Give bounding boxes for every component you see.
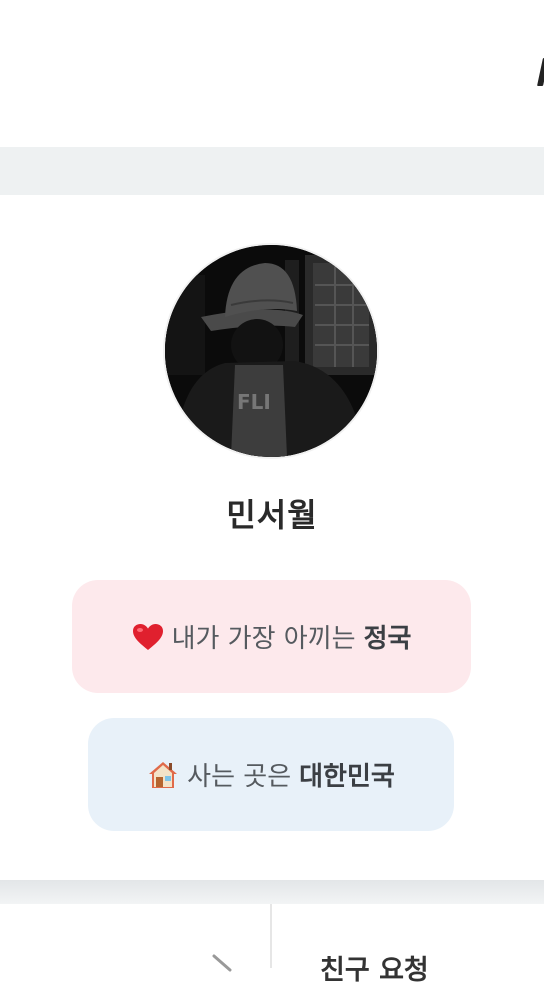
friend-request-tab[interactable]: 친구 요청 xyxy=(272,904,544,986)
home-value: 대한민국 xyxy=(299,762,395,792)
profile-card: FLI 민서월 내가 가장 아끼는 정국 사는 곳은 대한민국 xyxy=(0,195,544,880)
bottom-tabs: 친구 요청 xyxy=(0,904,544,986)
tab-left[interactable] xyxy=(0,904,270,972)
chevron-right-icon xyxy=(212,954,232,972)
top-bar xyxy=(0,0,544,147)
profile-avatar[interactable]: FLI xyxy=(165,245,377,457)
partial-icon xyxy=(537,58,544,86)
profile-name: 민서월 xyxy=(226,496,318,534)
section-divider xyxy=(0,880,544,904)
profile-photo: FLI xyxy=(165,245,377,457)
home-prefix: 사는 곳은 xyxy=(187,762,292,792)
favorite-chip[interactable]: 내가 가장 아끼는 정국 xyxy=(72,580,471,693)
favorite-prefix: 내가 가장 아끼는 xyxy=(171,624,356,654)
favorite-value: 정국 xyxy=(363,624,412,654)
heart-icon xyxy=(132,623,164,651)
house-icon xyxy=(147,760,179,790)
svg-text:FLI: FLI xyxy=(237,390,271,414)
section-divider xyxy=(0,147,544,195)
home-chip[interactable]: 사는 곳은 대한민국 xyxy=(88,718,454,831)
